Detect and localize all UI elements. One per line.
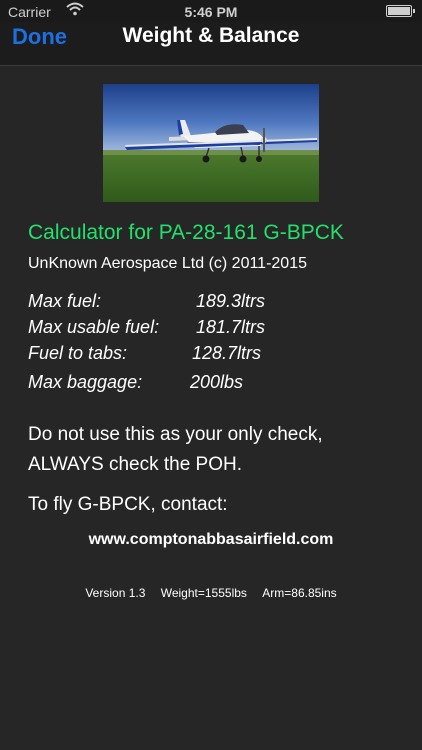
arm-readout: Arm=86.85ins [262, 586, 337, 600]
spec-row-fuel-to-tabs: Fuel to tabs: 128.7ltrs [28, 343, 261, 364]
warning-line-1: Do not use this as your only check, [28, 424, 323, 445]
spec-value: 200lbs [190, 372, 244, 392]
done-button[interactable]: Done [12, 24, 67, 50]
aircraft-photo [103, 84, 319, 202]
warning-line-2: ALWAYS check the POH. [28, 454, 243, 475]
spec-value: 181.7ltrs [196, 317, 266, 337]
poh-warning: Do not use this as your only check, ALWA… [28, 420, 323, 480]
spec-label: Max fuel: [28, 291, 102, 311]
navigation-bar: Done Weight & Balance [0, 22, 422, 66]
spec-label: Fuel to tabs: [28, 343, 128, 363]
footer-info: Version 1.3 Weight=1555lbs Arm=86.85ins [0, 586, 422, 600]
spec-row-max-baggage: Max baggage: 200lbs [28, 372, 243, 393]
status-time: 5:46 PM [184, 4, 238, 20]
contact-text: To fly G-BPCK, contact: [28, 494, 228, 515]
spec-row-max-fuel: Max fuel: 189.3ltrs [28, 291, 265, 312]
spec-value: 128.7ltrs [192, 343, 262, 363]
spec-label: Max usable fuel: [28, 317, 160, 337]
weight-readout: Weight=1555lbs [160, 586, 247, 600]
copyright-text: UnKnown Aerospace Ltd (c) 2011-2015 [28, 255, 307, 272]
website-link[interactable]: www.comptonabbasairfield.com [0, 531, 422, 549]
battery-icon [386, 5, 415, 17]
spec-value: 189.3ltrs [196, 291, 266, 311]
spec-label: Max baggage: [28, 372, 143, 392]
calculator-heading: Calculator for PA-28-161 G-BPCK [28, 221, 344, 244]
version-label: Version 1.3 [85, 586, 146, 600]
status-bar: Carrier 5:46 PM [0, 0, 422, 22]
spec-row-max-usable-fuel: Max usable fuel: 181.7ltrs [28, 317, 265, 338]
